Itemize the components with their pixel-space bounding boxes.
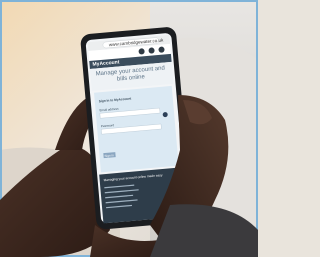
info-panel-heading: Managing your account online made easy [103, 173, 163, 183]
photo-frame: www.cambridgewater.co.uk MyAccount Manag… [0, 0, 258, 257]
sign-in-heading: Sign in to MyAccount [98, 96, 132, 104]
address-bar-url[interactable]: www.cambridgewater.co.uk [109, 37, 164, 47]
sign-in-button[interactable]: Sign in [104, 153, 114, 158]
brand-header: MyAccount [92, 59, 120, 68]
phone-screen: www.cambridgewater.co.uk MyAccount Manag… [0, 0, 258, 257]
password-label: Password [100, 123, 115, 129]
email-label: Email address [99, 106, 119, 113]
page-title: Manage your account and bills online [95, 65, 166, 83]
